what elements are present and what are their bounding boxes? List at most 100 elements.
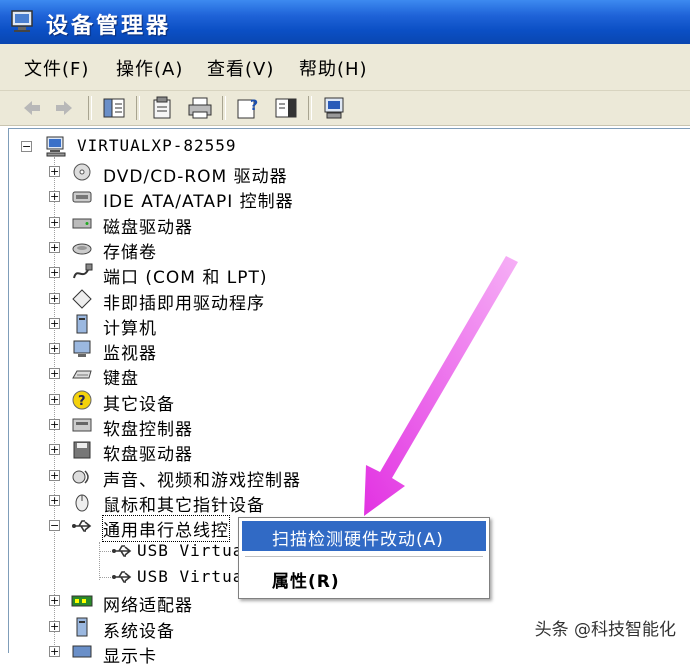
tree-category-label: 非即插即用驱动程序 [103, 294, 265, 314]
tree-category-label: 磁盘驱动器 [103, 218, 193, 238]
toolbar-separator [136, 96, 140, 120]
tree-category-item[interactable]: + 显示卡 [49, 640, 369, 667]
properties-label: 属性(R) [272, 572, 340, 592]
tree-category-item[interactable]: + 系统设备 [49, 615, 369, 642]
toolbar-separator [88, 96, 92, 120]
tree-category-label: 键盘 [103, 369, 139, 389]
show-console-tree-icon[interactable] [272, 94, 300, 122]
tree-category-item[interactable]: + 计算机 [49, 312, 369, 339]
menu-scan-hardware-changes[interactable]: 扫描检测硬件改动(A) [242, 521, 486, 551]
tree-category-item[interactable]: + 端口 (COM 和 LPT) [49, 261, 369, 288]
menu-bar: 文件(F) 操作(A) 查看(V) 帮助(H) [0, 44, 690, 91]
title-bar: 设备管理器 [0, 0, 690, 44]
tree-category-label: 显示卡 [103, 647, 157, 667]
tree-category-item[interactable]: + 磁盘驱动器 [49, 211, 369, 238]
usb-icon [112, 545, 132, 557]
sound-icon [72, 470, 89, 484]
mouse-icon [75, 494, 89, 512]
tree-category-label: 监视器 [103, 344, 157, 364]
disk-drive-icon [72, 218, 92, 229]
expand-icon[interactable]: + [49, 495, 60, 506]
tree-category-label: 声音、视频和游戏控制器 [103, 471, 301, 491]
network-adapter-icon [71, 595, 93, 607]
usb-icon [72, 520, 92, 532]
print-icon[interactable] [186, 94, 214, 122]
tree-category-label: 存储卷 [103, 243, 157, 263]
tree-category-item[interactable]: + 鼠标和其它指针设备 [49, 489, 369, 516]
tree-root[interactable]: − VIRTUALXP-82559 [17, 135, 317, 159]
expand-icon[interactable]: + [49, 470, 60, 481]
expand-icon[interactable]: + [49, 318, 60, 329]
tree-category-label: 网络适配器 [103, 596, 193, 616]
tree-category-item[interactable]: + 非即插即用驱动程序 [49, 287, 369, 314]
computer-icon [46, 136, 66, 157]
expand-icon[interactable]: + [49, 267, 60, 278]
svg-text:?: ? [250, 98, 258, 114]
tree-category-item[interactable]: + IDE ATA/ATAPI 控制器 [49, 185, 369, 212]
context-menu: 扫描检测硬件改动(A) 属性(R) [238, 517, 490, 599]
keyboard-icon [72, 370, 92, 379]
expand-icon[interactable]: + [49, 444, 60, 455]
tree-category-item[interactable]: + 存储卷 [49, 236, 369, 263]
menu-file[interactable]: 文件(F) [24, 55, 89, 81]
tree-category-label: 软盘控制器 [103, 420, 193, 440]
expand-icon[interactable]: + [49, 343, 60, 354]
scan-hardware-label: 扫描检测硬件改动(A) [272, 530, 444, 550]
expand-icon[interactable]: − [49, 520, 60, 531]
expand-icon[interactable]: + [49, 293, 60, 304]
collapse-icon[interactable]: − [21, 141, 32, 152]
menu-help[interactable]: 帮助(H) [299, 55, 368, 81]
port-icon [73, 263, 93, 279]
usb-child-label: USB Virtual [137, 541, 254, 560]
device-manager-icon [11, 10, 33, 32]
tree-category-label: 通用串行总线控 [102, 515, 230, 542]
back-arrow-icon[interactable] [18, 94, 46, 122]
toolbar-separator [308, 96, 312, 120]
expand-icon[interactable]: + [49, 368, 60, 379]
show-hide-tree-icon[interactable] [100, 94, 128, 122]
expand-icon[interactable]: + [49, 166, 60, 177]
menu-view[interactable]: 查看(V) [207, 55, 274, 81]
expand-icon[interactable]: + [49, 191, 60, 202]
usb-child-label: USB Virtual [137, 567, 254, 586]
scan-hardware-icon[interactable] [320, 94, 348, 122]
tree-category-label: IDE ATA/ATAPI 控制器 [103, 192, 294, 212]
svg-text:?: ? [78, 394, 86, 409]
expand-icon[interactable]: + [49, 621, 60, 632]
expand-icon[interactable]: + [49, 595, 60, 606]
expand-icon[interactable]: + [49, 394, 60, 405]
tree-category-item[interactable]: + 监视器 [49, 337, 369, 364]
floppy-controller-icon [72, 418, 92, 432]
tree-category-item[interactable]: + DVD/CD-ROM 驱动器 [49, 160, 369, 187]
menu-separator [245, 556, 483, 557]
tree-category-label: 其它设备 [103, 395, 175, 415]
tree-category-item[interactable]: + 软盘控制器 [49, 413, 369, 440]
tree-branch-line [99, 577, 111, 578]
forward-arrow-icon[interactable] [50, 94, 78, 122]
other-device-icon: ? [72, 390, 92, 410]
toolbar-separator [222, 96, 226, 120]
menu-properties[interactable]: 属性(R) [242, 563, 486, 593]
tree-category-item[interactable]: + 软盘驱动器 [49, 438, 369, 465]
tree-category-label: 软盘驱动器 [103, 445, 193, 465]
tree-category-item[interactable]: + 声音、视频和游戏控制器 [49, 464, 369, 491]
tree-category-label: DVD/CD-ROM 驱动器 [103, 167, 288, 187]
tree-category-label: 鼠标和其它指针设备 [103, 496, 265, 516]
expand-icon[interactable]: + [49, 419, 60, 430]
expand-icon[interactable]: + [49, 217, 60, 228]
computer-icon [76, 314, 88, 334]
cdrom-icon [73, 163, 91, 181]
help-icon[interactable]: ? [234, 94, 262, 122]
tree-category-item[interactable]: + 键盘 [49, 362, 369, 389]
tree-category-item[interactable]: +? 其它设备 [49, 388, 369, 415]
tree-branch-line [99, 551, 111, 552]
non-pnp-driver-icon [72, 289, 92, 309]
ide-controller-icon [72, 191, 92, 203]
watermark: 头条 @科技智能化 [534, 620, 676, 640]
window-title: 设备管理器 [46, 14, 172, 39]
properties-icon[interactable] [148, 94, 176, 122]
expand-icon[interactable]: + [49, 242, 60, 253]
tree-category-label: 端口 (COM 和 LPT) [103, 268, 268, 288]
monitor-icon [73, 340, 91, 357]
menu-action[interactable]: 操作(A) [116, 55, 183, 81]
